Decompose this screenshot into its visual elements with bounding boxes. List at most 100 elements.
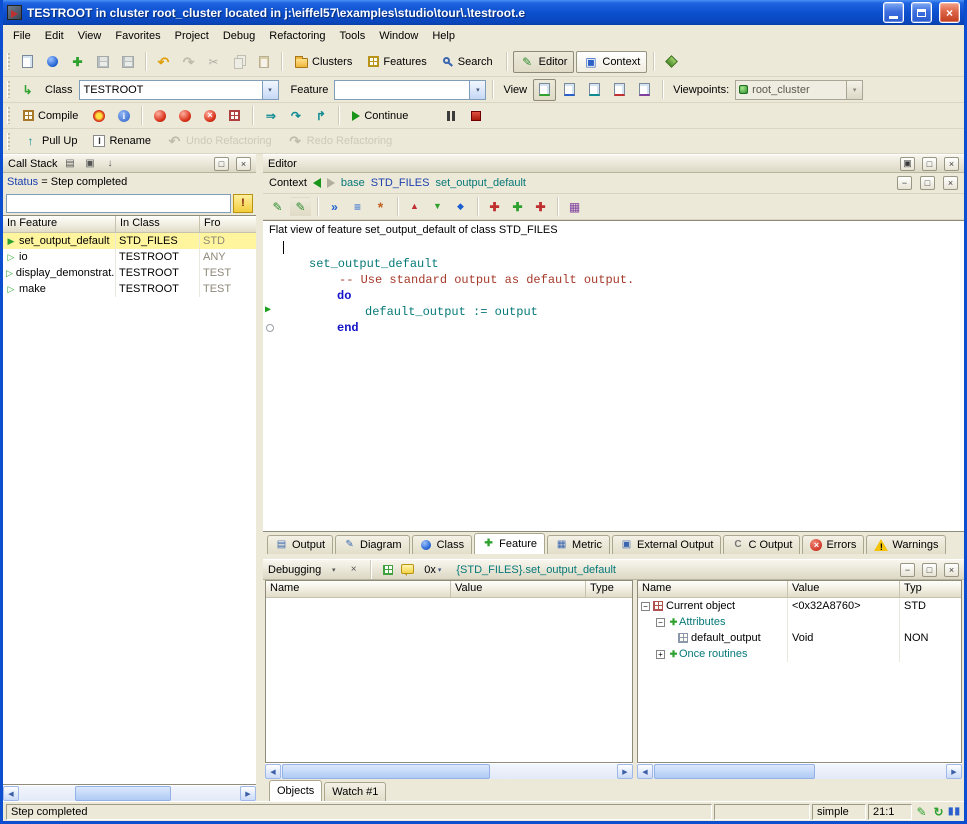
call-stack-row[interactable]: ▷make TESTROOT TEST [3,281,256,297]
toolbar-grip[interactable] [7,53,10,70]
step-over-button[interactable]: ↷ [284,105,307,127]
object-grid-icon[interactable] [380,563,395,577]
call-stack-hscrollbar[interactable]: ◀ ▶ [3,785,256,801]
expand-icon[interactable]: + [656,650,665,659]
cut-button[interactable]: ✂ [202,51,225,73]
minimize-button[interactable] [883,2,904,23]
debug-run-ignore-button[interactable] [173,105,196,127]
column-in-feature[interactable]: In Feature [3,216,116,232]
toolbar-grip[interactable] [7,81,10,98]
column-in-class[interactable]: In Class [116,216,200,232]
feature-combobox[interactable]: ▾ [334,80,486,100]
search-button[interactable]: Search [436,51,500,73]
clusters-button[interactable]: Clusters [288,51,359,73]
save-button[interactable] [91,51,114,73]
tab-output[interactable]: ▤Output [267,535,333,554]
project-info-button[interactable]: i [112,105,135,127]
creators-view-button[interactable]: ✚ [530,197,551,217]
tree-row-attributes[interactable]: − ✚ Attributes [638,614,961,630]
scroll-left-icon[interactable]: ◀ [3,786,19,801]
breakpoint-slot-icon[interactable] [266,324,274,332]
menu-view[interactable]: View [71,27,109,45]
ancestors-view-button[interactable]: ▲ [404,197,425,217]
melt-button[interactable] [87,105,110,127]
menu-debug[interactable]: Debug [216,27,262,45]
toolbar-grip[interactable] [7,133,10,150]
viewpoints-combobox[interactable]: root_cluster ▾ [735,80,863,100]
exported-view-button[interactable]: ▦ [564,197,585,217]
context-close-button[interactable]: × [943,176,958,190]
breadcrumb-cluster[interactable]: base [341,177,365,189]
scroll-right-icon[interactable]: ▶ [946,764,962,779]
context-maximize-button[interactable]: □ [920,176,935,190]
tab-class[interactable]: Class [412,535,473,554]
diagram-tool-button[interactable] [660,51,683,73]
edit-code-button[interactable]: ✎ [267,197,288,217]
continue-button[interactable]: Continue [345,105,415,127]
copy-button[interactable] [227,51,250,73]
undo-refactoring-button[interactable]: ↶ Undo Refactoring [160,130,279,152]
editor-header[interactable]: Editor ▣ □ × [263,154,964,173]
new-tab-button[interactable]: ✚ [66,51,89,73]
import-stack-icon[interactable]: ↓ [103,157,118,171]
editor-float-button[interactable]: ▣ [900,157,915,171]
save-all-button[interactable] [116,51,139,73]
descendants-view-button[interactable]: ▼ [427,197,448,217]
menu-refactoring[interactable]: Refactoring [262,27,332,45]
tab-watch-1[interactable]: Watch #1 [324,782,386,801]
debugging-minimize-button[interactable]: − [900,563,915,577]
menu-tools[interactable]: Tools [333,27,373,45]
step-out-button[interactable]: ↱ [309,105,332,127]
vertical-splitter[interactable] [256,154,263,801]
chevron-down-icon[interactable]: ▾ [262,81,278,99]
scroll-left-icon[interactable]: ◀ [637,764,653,779]
menu-help[interactable]: Help [425,27,462,45]
call-stack-row[interactable]: ▷display_demonstrat... TESTROOT TEST [3,265,256,281]
callees-view-button[interactable]: ✚ [507,197,528,217]
view-interface-button[interactable] [633,79,656,101]
rename-button[interactable]: I Rename [86,130,158,152]
code-editor[interactable]: Flat view of feature set_output_default … [263,220,964,532]
editor-maximize-button[interactable]: □ [922,157,937,171]
tab-errors[interactable]: ×Errors [802,535,864,554]
redo-refactoring-button[interactable]: ↷ Redo Refactoring [281,130,400,152]
callers-view-button[interactable]: ✚ [484,197,505,217]
send-to-new-tool-button[interactable]: ↳ [16,79,39,101]
breadcrumb-class[interactable]: STD_FILES [371,177,430,189]
watch-column-name[interactable]: Name [266,581,451,597]
editor-tool-button[interactable]: ✎ Editor [513,51,575,73]
tab-external-output[interactable]: ▣External Output [612,535,721,554]
collapse-icon[interactable]: − [641,602,650,611]
watch-column-value[interactable]: Value [451,581,586,597]
new-window-button[interactable] [16,51,39,73]
call-stack-header[interactable]: Call Stack ▤ ▣ ↓ □ × [3,154,256,173]
objects-column-value[interactable]: Value [788,581,900,597]
deferred-view-button[interactable]: * [370,197,391,217]
call-stack-row[interactable]: ▶set_output_default STD_FILES STD [3,233,256,249]
menu-window[interactable]: Window [372,27,425,45]
toolbar-grip[interactable] [7,107,10,124]
tab-metric[interactable]: ▦Metric [547,535,610,554]
tab-warnings[interactable]: !Warnings [866,535,946,554]
objects-empty-area[interactable] [638,662,961,762]
tab-diagram[interactable]: ✎Diagram [335,535,410,554]
maximize-button[interactable] [911,2,932,23]
menu-file[interactable]: File [6,27,38,45]
debugging-close-tool-icon[interactable]: × [346,563,361,577]
open-file-button[interactable] [41,51,64,73]
scroll-thumb[interactable] [654,764,815,779]
scroll-thumb[interactable] [75,786,171,801]
chevron-down-icon[interactable]: ▾ [846,81,862,99]
paste-button[interactable] [252,51,275,73]
call-stack-window-icon[interactable]: ▣ [83,157,98,171]
objects-column-name[interactable]: Name [638,581,788,597]
chevron-down-icon[interactable]: ▾ [469,81,485,99]
breadcrumb-feature[interactable]: set_output_default [435,177,526,189]
watch-column-type[interactable]: Type [586,581,632,597]
scroll-right-icon[interactable]: ▶ [240,786,256,801]
undo-button[interactable]: ↶ [152,51,175,73]
compile-button[interactable]: Compile [16,105,85,127]
call-stack-maximize-button[interactable]: □ [214,157,229,171]
comment-icon[interactable] [400,563,415,577]
view-contract-button[interactable] [608,79,631,101]
